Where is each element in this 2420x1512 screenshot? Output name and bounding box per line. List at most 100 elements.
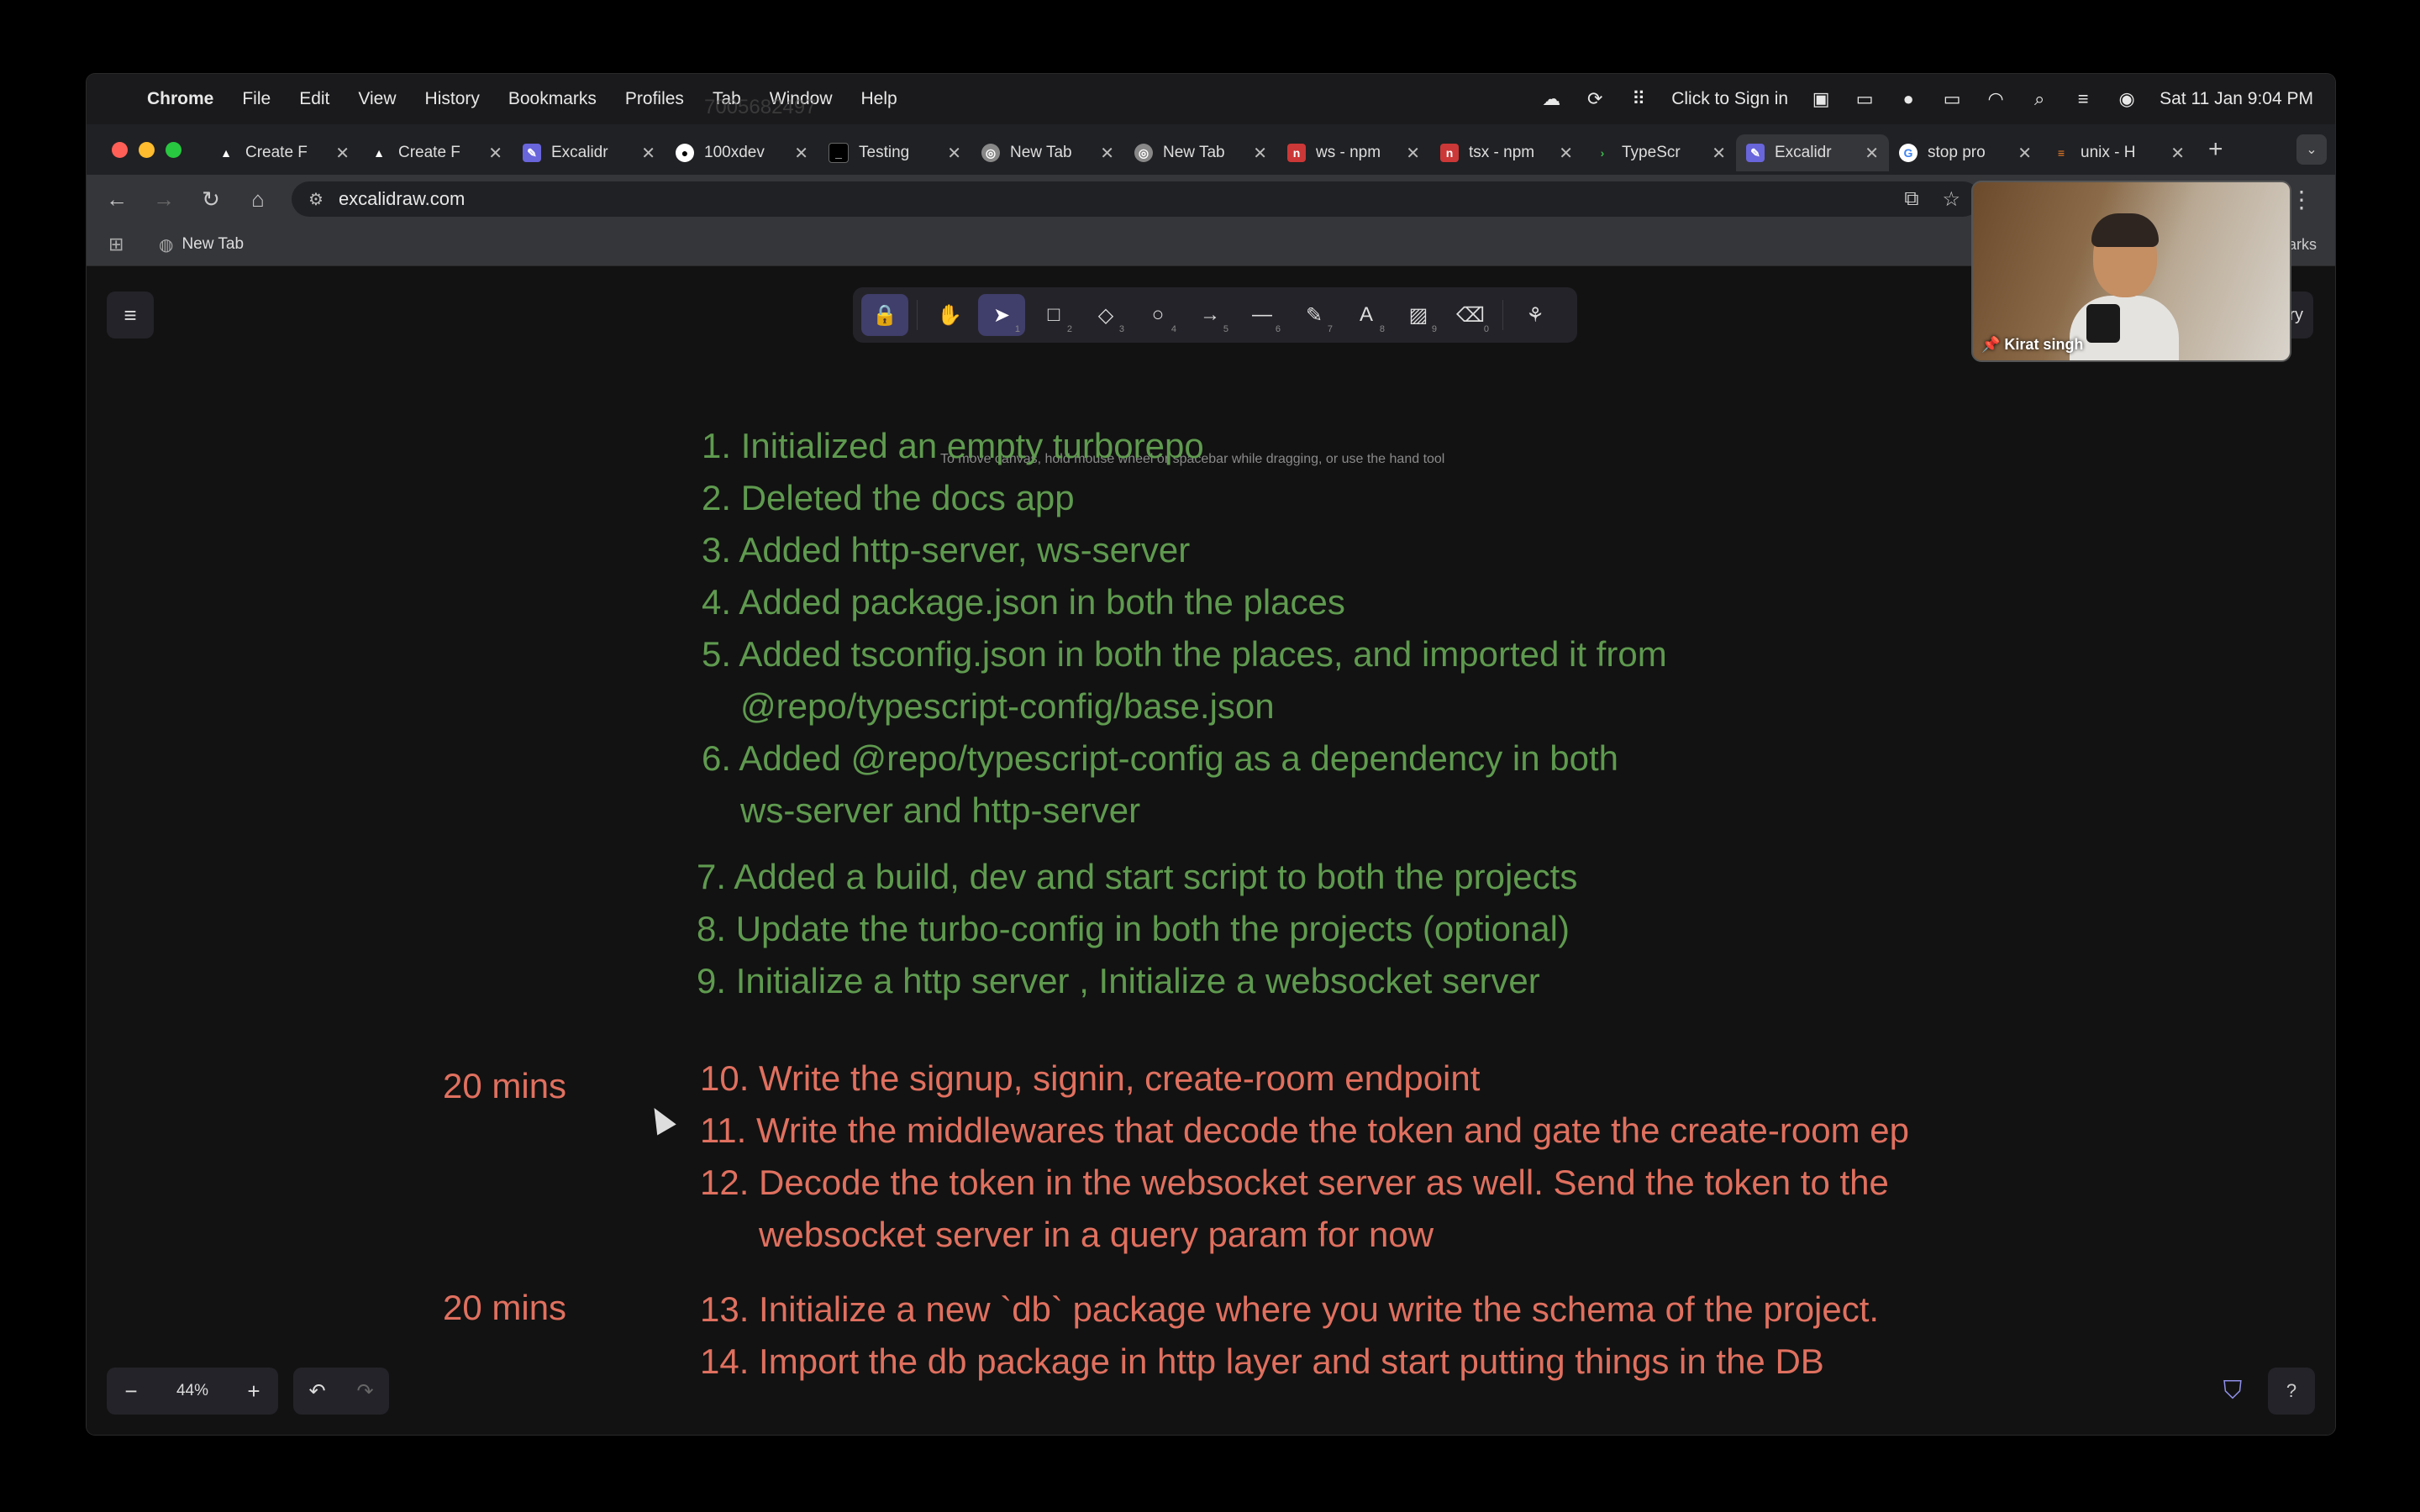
browser-tab[interactable]: ◎ New Tab ✕ bbox=[1124, 134, 1277, 171]
close-window-button[interactable] bbox=[112, 141, 128, 158]
close-tab-icon[interactable]: ✕ bbox=[1100, 143, 1114, 164]
menu-app-name[interactable]: Chrome bbox=[147, 89, 213, 109]
step-10[interactable]: 10. Write the signup, signin, create-roo… bbox=[700, 1058, 1480, 1099]
battery-icon[interactable]: ▭ bbox=[1941, 88, 1963, 110]
image-tool-icon[interactable]: ▨ 9 bbox=[1395, 294, 1442, 336]
selection-tool-icon[interactable]: ➤ 1 bbox=[978, 294, 1025, 336]
home-icon[interactable]: ⌂ bbox=[234, 186, 281, 213]
close-tab-icon[interactable]: ✕ bbox=[794, 143, 808, 164]
browser-tab[interactable]: ● 100xdev ✕ bbox=[666, 134, 818, 171]
close-tab-icon[interactable]: ✕ bbox=[2018, 143, 2032, 164]
close-tab-icon[interactable]: ✕ bbox=[1253, 143, 1267, 164]
browser-tab[interactable]: Gstop pro ✕ bbox=[1889, 134, 2042, 171]
bag-icon[interactable]: ▣ bbox=[1810, 88, 1832, 110]
siri-icon[interactable]: ◉ bbox=[2116, 88, 2138, 110]
cloud-icon[interactable]: ☁ bbox=[1540, 88, 1562, 110]
step-5-continued[interactable]: @repo/typescript-config/base.json bbox=[740, 686, 1275, 727]
wifi-icon[interactable]: ◠ bbox=[1985, 88, 2007, 110]
step-8[interactable]: 8. Update the turbo-config in both the p… bbox=[697, 909, 1570, 949]
browser-tab-active[interactable]: ✎ Excalidr ✕ bbox=[1736, 134, 1889, 171]
browser-tab[interactable]: › TypeScr ✕ bbox=[1583, 134, 1736, 171]
hand-tool-icon[interactable]: ✋ bbox=[926, 294, 973, 336]
tab-search-icon[interactable]: ⌄ bbox=[2296, 134, 2327, 165]
browser-tab[interactable]: n tsx - npm ✕ bbox=[1430, 134, 1583, 171]
main-menu-button[interactable]: ≡ bbox=[107, 291, 154, 339]
step-4[interactable]: 4. Added package.json in both the places bbox=[702, 582, 1345, 622]
menu-view[interactable]: View bbox=[358, 89, 396, 109]
menu-profiles[interactable]: Profiles bbox=[625, 89, 684, 109]
search-icon[interactable]: ⌕ bbox=[2028, 88, 2050, 110]
step-9[interactable]: 9. Initialize a http server , Initialize… bbox=[697, 961, 1540, 1001]
rectangle-tool-icon[interactable]: □ 2 bbox=[1030, 294, 1077, 336]
time-estimate-label[interactable]: 20 mins bbox=[443, 1066, 566, 1106]
diamond-tool-icon[interactable]: ◇ 3 bbox=[1082, 294, 1129, 336]
zoom-out-button[interactable]: − bbox=[107, 1378, 155, 1404]
redo-icon[interactable]: ↷ bbox=[341, 1379, 389, 1404]
step-12-continued[interactable]: websocket server in a query param for no… bbox=[759, 1215, 1434, 1255]
close-tab-icon[interactable]: ✕ bbox=[1559, 143, 1573, 164]
shield-icon[interactable]: ⛉ bbox=[2214, 1373, 2251, 1410]
menu-file[interactable]: File bbox=[242, 89, 271, 109]
browser-tab[interactable]: _ Testing ✕ bbox=[818, 134, 971, 171]
menu-history[interactable]: History bbox=[425, 89, 480, 109]
menu-edit[interactable]: Edit bbox=[299, 89, 329, 109]
help-icon[interactable]: ? bbox=[2268, 1368, 2315, 1415]
back-icon[interactable]: ← bbox=[93, 186, 140, 213]
url-field[interactable]: ⚙ excalidraw.com ⧉ ☆ bbox=[292, 181, 1981, 217]
close-tab-icon[interactable]: ✕ bbox=[947, 143, 961, 164]
new-tab-button[interactable]: + bbox=[2208, 135, 2223, 164]
pencil-tool-icon[interactable]: ✎ 7 bbox=[1291, 294, 1338, 336]
zoom-level[interactable]: 44% bbox=[155, 1382, 229, 1400]
menu-bookmarks[interactable]: Bookmarks bbox=[508, 89, 597, 109]
close-tab-icon[interactable]: ✕ bbox=[1406, 143, 1420, 164]
maximize-window-button[interactable] bbox=[166, 141, 182, 158]
browser-tab[interactable]: ▲ Create F ✕ bbox=[207, 134, 360, 171]
zoom-in-button[interactable]: + bbox=[229, 1378, 278, 1404]
close-tab-icon[interactable]: ✕ bbox=[488, 143, 502, 164]
ellipse-tool-icon[interactable]: ○ 4 bbox=[1134, 294, 1181, 336]
browser-tab[interactable]: ▲ Create F ✕ bbox=[360, 134, 513, 171]
step-13[interactable]: 13. Initialize a new `db` package where … bbox=[700, 1289, 1879, 1330]
keyboard-icon[interactable]: ▭ bbox=[1854, 88, 1876, 110]
lock-icon[interactable]: 🔒 bbox=[861, 294, 908, 336]
zoom-app-icon[interactable]: ● bbox=[1897, 88, 1919, 110]
browser-tab[interactable]: ◎ New Tab ✕ bbox=[971, 134, 1124, 171]
all-bookmarks-label[interactable]: arks bbox=[2288, 236, 2317, 254]
forward-icon[interactable]: → bbox=[140, 186, 187, 213]
text-tool-icon[interactable]: A8 bbox=[1343, 294, 1390, 336]
close-tab-icon[interactable]: ✕ bbox=[2170, 143, 2185, 164]
sync-icon[interactable]: ⟳ bbox=[1584, 88, 1606, 110]
close-tab-icon[interactable]: ✕ bbox=[641, 143, 655, 164]
chrome-menu-icon[interactable]: ⋮ bbox=[2290, 186, 2313, 213]
step-14[interactable]: 14. Import the db package in http layer … bbox=[700, 1341, 1824, 1382]
menu-help[interactable]: Help bbox=[861, 89, 897, 109]
arrow-tool-icon[interactable]: → 5 bbox=[1186, 294, 1234, 336]
close-tab-icon[interactable]: ✕ bbox=[335, 143, 350, 164]
browser-tab[interactable]: n ws - npm ✕ bbox=[1277, 134, 1430, 171]
browser-tab[interactable]: ≡ unix - H ✕ bbox=[2042, 134, 2195, 171]
step-12[interactable]: 12. Decode the token in the websocket se… bbox=[700, 1163, 1889, 1203]
close-tab-icon[interactable]: ✕ bbox=[1712, 143, 1726, 164]
step-2[interactable]: 2. Deleted the docs app bbox=[702, 478, 1075, 518]
eraser-tool-icon[interactable]: ⌫ 0 bbox=[1447, 294, 1494, 336]
step-7[interactable]: 7. Added a build, dev and start script t… bbox=[697, 857, 1577, 897]
close-tab-icon[interactable]: ✕ bbox=[1865, 143, 1879, 164]
control-center-icon[interactable]: ≡ bbox=[2072, 88, 2094, 110]
step-6[interactable]: 6. Added @repo/typescript-config as a de… bbox=[702, 738, 1618, 779]
step-6-continued[interactable]: ws-server and http-server bbox=[740, 790, 1140, 831]
excalidraw-canvas[interactable]: ≡ 🔒 ✋ ➤ 1 □ 2 ◇ 3 ○ 4 → 5 —6 ✎ 7 A8 ▨ 9 ⌫ 0 ⚘ To… bbox=[87, 266, 2335, 1435]
bookmark-item[interactable]: ◍ New Tab bbox=[159, 234, 244, 255]
step-3[interactable]: 3. Added http-server, ws-server bbox=[702, 530, 1190, 570]
step-1[interactable]: 1. Initialized an empty turborepo bbox=[702, 426, 1204, 466]
install-app-icon[interactable]: ⧉ bbox=[1904, 187, 1918, 212]
reload-icon[interactable]: ↻ bbox=[187, 186, 234, 213]
more-tools-icon[interactable]: ⚘ bbox=[1512, 294, 1559, 336]
grid-dots-icon[interactable]: ⠿ bbox=[1628, 88, 1649, 110]
site-settings-icon[interactable]: ⚙ bbox=[308, 189, 324, 210]
step-5[interactable]: 5. Added tsconfig.json in both the place… bbox=[702, 634, 1667, 675]
undo-icon[interactable]: ↶ bbox=[293, 1379, 341, 1404]
minimize-window-button[interactable] bbox=[139, 141, 155, 158]
bookmark-star-icon[interactable]: ☆ bbox=[1942, 187, 1960, 212]
browser-tab[interactable]: ✎ Excalidr ✕ bbox=[513, 134, 666, 171]
menubar-datetime[interactable]: Sat 11 Jan 9:04 PM bbox=[2160, 89, 2313, 109]
